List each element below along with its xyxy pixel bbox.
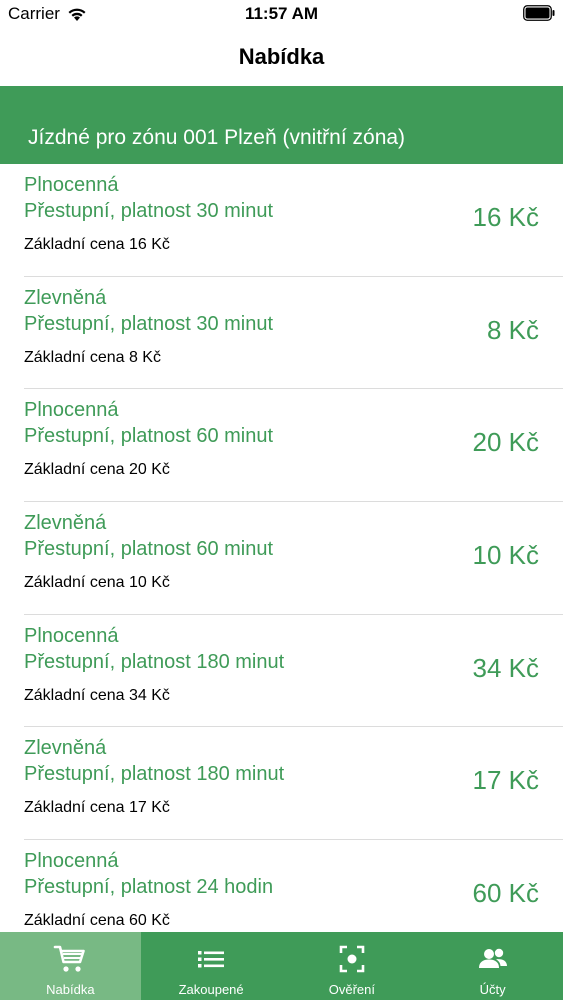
section-header: Jízdné pro zónu 001 Plzeň (vnitřní zóna) xyxy=(0,86,563,164)
ticket-description: Přestupní, platnost 24 hodin xyxy=(24,876,274,899)
list-icon xyxy=(194,944,228,974)
status-time: 11:57 AM xyxy=(244,4,319,23)
ticket-description: Přestupní, platnost 180 minut xyxy=(24,650,285,673)
tab-ucty[interactable]: Účty xyxy=(422,932,563,1000)
ticket-row[interactable]: Plnocenná Přestupní, platnost 180 minut … xyxy=(0,615,563,728)
ticket-type: Plnocenná xyxy=(24,624,119,647)
ticket-type: Plnocenná xyxy=(24,399,119,422)
ticket-description: Přestupní, platnost 30 minut xyxy=(24,200,274,222)
ticket-base-price: Základní cena 10 Kč xyxy=(24,574,170,592)
ticket-type: Plnocenná xyxy=(24,174,119,196)
ticket-price: 10 Kč xyxy=(472,540,540,571)
ticket-price: 20 Kč xyxy=(472,427,540,458)
ticket-description: Přestupní, platnost 180 minut xyxy=(24,763,285,786)
ticket-price: 34 Kč xyxy=(472,652,540,683)
tab-overeni[interactable]: Ověření xyxy=(282,932,423,1000)
users-icon xyxy=(476,944,510,974)
ticket-base-price: Základní cena 20 Kč xyxy=(24,461,170,479)
tab-zakoupene[interactable]: Zakoupené xyxy=(141,932,282,1000)
ticket-type: Plnocenná xyxy=(24,850,119,873)
ticket-base-price: Základní cena 34 Kč xyxy=(24,686,170,704)
ticket-description: Přestupní, platnost 30 minut xyxy=(24,312,274,335)
ticket-base-price: Základní cena 16 Kč xyxy=(24,236,170,253)
ticket-row[interactable]: Zlevněná Přestupní, platnost 180 minut Z… xyxy=(0,727,563,840)
status-bar: Carrier 11:57 AM xyxy=(0,0,563,30)
scan-icon xyxy=(335,944,369,974)
ticket-row[interactable]: Zlevněná Přestupní, platnost 30 minut Zá… xyxy=(0,277,563,390)
ticket-description: Přestupní, platnost 60 minut xyxy=(24,425,274,448)
ticket-price: 17 Kč xyxy=(472,765,540,796)
tab-label: Ověření xyxy=(328,982,375,997)
ticket-type: Zlevněná xyxy=(24,737,107,760)
ticket-description: Přestupní, platnost 60 minut xyxy=(24,538,274,561)
ticket-base-price: Základní cena 60 Kč xyxy=(24,912,170,930)
tab-nabidka[interactable]: Nabídka xyxy=(0,932,141,1000)
tab-bar: Nabídka Zakoupené Ověření Účty xyxy=(0,932,563,1000)
ticket-base-price: Základní cena 17 Kč xyxy=(24,799,170,817)
tab-label: Zakoupené xyxy=(178,982,244,997)
navigation-bar: Nabídka xyxy=(0,30,563,86)
ticket-price: 60 Kč xyxy=(472,878,540,909)
ticket-price: 8 Kč xyxy=(486,314,539,345)
ticket-list[interactable]: Plnocenná Přestupní, platnost 30 minut Z… xyxy=(0,164,563,932)
ticket-base-price: Základní cena 8 Kč xyxy=(24,348,161,366)
section-title: Jízdné pro zónu 001 Plzeň (vnitřní zóna) xyxy=(28,126,406,149)
battery-icon xyxy=(523,5,555,21)
ticket-row[interactable]: Plnocenná Přestupní, platnost 24 hodin Z… xyxy=(0,840,563,932)
page-title: Nabídka xyxy=(238,44,325,69)
cart-icon xyxy=(53,944,87,974)
ticket-row[interactable]: Zlevněná Přestupní, platnost 60 minut Zá… xyxy=(0,502,563,615)
tab-label: Nabídka xyxy=(46,982,95,997)
ticket-type: Zlevněná xyxy=(24,286,107,309)
ticket-price: 16 Kč xyxy=(472,202,540,232)
ticket-row[interactable]: Plnocenná Přestupní, platnost 60 minut Z… xyxy=(0,389,563,502)
ticket-type: Zlevněná xyxy=(24,512,107,535)
ticket-row[interactable]: Plnocenná Přestupní, platnost 30 minut Z… xyxy=(0,164,563,277)
tab-label: Účty xyxy=(479,982,506,997)
